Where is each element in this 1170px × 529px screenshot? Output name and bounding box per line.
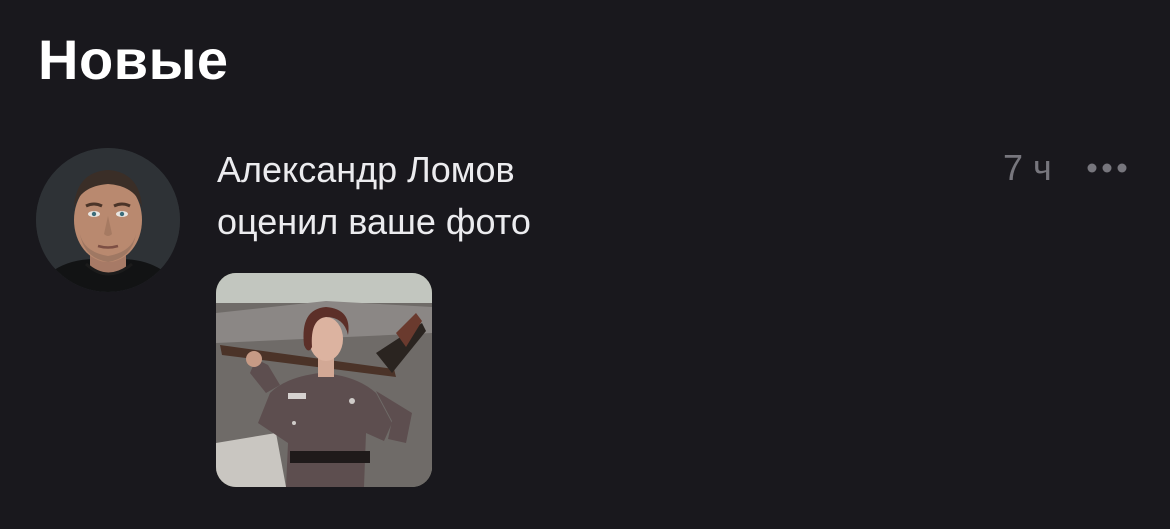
notification-author[interactable]: Александр Ломов [217, 148, 515, 192]
section-title: Новые [38, 28, 229, 91]
avatar-image [36, 148, 180, 292]
photo-image [216, 273, 432, 487]
notification-time: 7 ч [1003, 147, 1052, 188]
notification-item[interactable]: Александр Ломов оценил ваше фото 7 ч [0, 140, 1170, 500]
more-horizontal-icon [1087, 163, 1127, 173]
liked-photo-thumbnail[interactable] [216, 273, 432, 487]
more-options-button[interactable] [1084, 152, 1130, 184]
notification-action: оценил ваше фото [217, 201, 531, 242]
avatar[interactable] [36, 148, 180, 292]
